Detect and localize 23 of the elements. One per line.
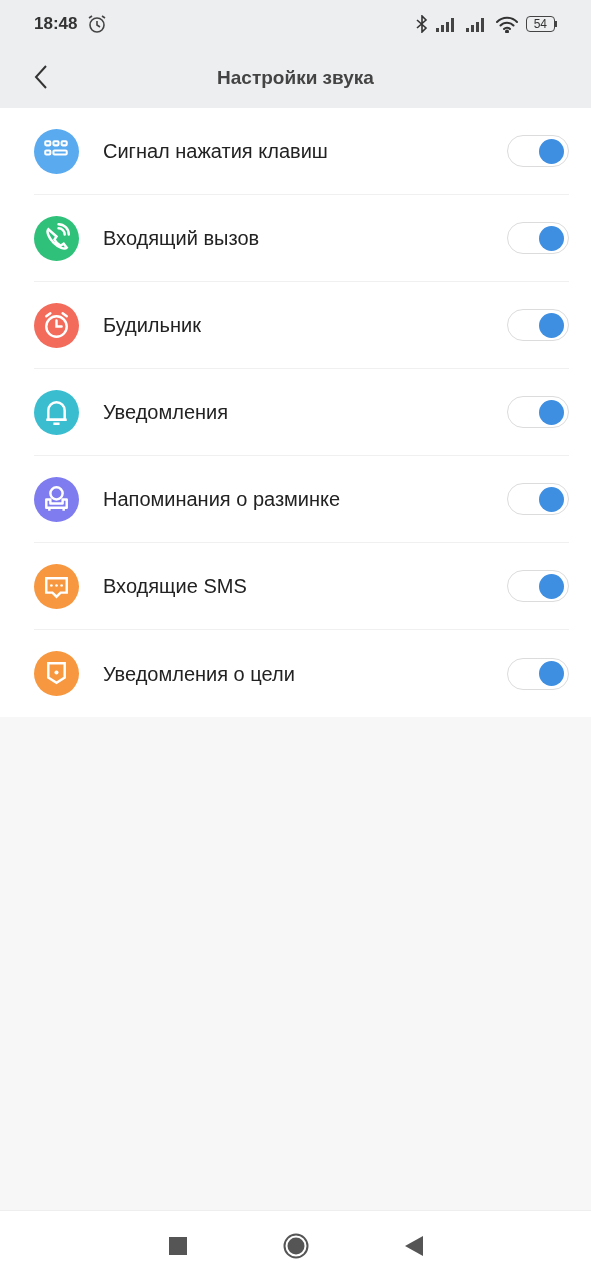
setting-label: Сигнал нажатия клавиш [103, 139, 329, 164]
toggle-switch[interactable] [507, 570, 569, 602]
toggle-switch[interactable] [507, 657, 569, 690]
setting-label: Будильник [103, 313, 202, 338]
toggle-switch[interactable] [507, 309, 569, 341]
status-time: 18:48 [34, 13, 78, 36]
toggle-switch[interactable] [507, 483, 569, 515]
alarm-icon [87, 14, 108, 34]
bluetooth-icon [415, 15, 428, 33]
back-icon[interactable] [404, 1235, 423, 1256]
recent-apps-icon[interactable] [168, 1236, 187, 1255]
setting-label: Входящие SMS [103, 574, 248, 599]
battery-level: 54 [525, 16, 555, 32]
wifi-icon [495, 15, 518, 33]
home-icon[interactable] [282, 1232, 309, 1259]
setting-label: Уведомления [103, 400, 230, 425]
page-title: Настройки звука [217, 65, 374, 90]
setting-label: Входящий вызов [103, 226, 261, 251]
toggle-switch[interactable] [507, 135, 569, 167]
toggle-switch[interactable] [507, 222, 569, 254]
toggle-switch[interactable] [507, 396, 569, 428]
setting-label: Напоминания о разминке [103, 487, 342, 512]
setting-label: Уведомления о цели [103, 661, 296, 687]
